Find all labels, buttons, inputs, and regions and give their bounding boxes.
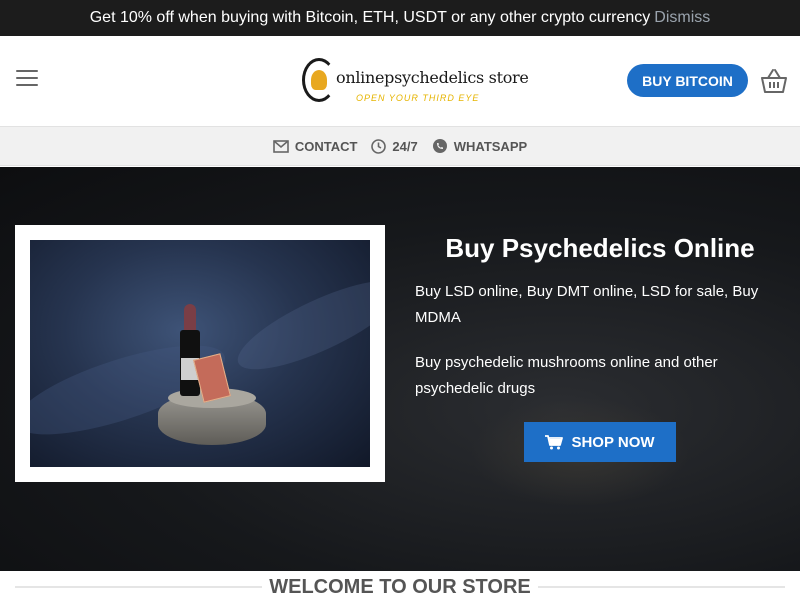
contact-label: CONTACT	[294, 138, 358, 154]
welcome-section: WELCOME TO OUR STORE	[0, 571, 800, 600]
whatsapp-icon	[432, 139, 447, 153]
cart-icon	[545, 434, 564, 449]
hero-image-frame	[15, 225, 385, 482]
logo-name: onlinepsychedelics store	[336, 68, 529, 87]
contact-bar: CONTACT 24/7 WHATSAPP	[0, 126, 800, 166]
hero-paragraph-2: Buy psychedelic mushrooms online and oth…	[415, 354, 718, 397]
dropper-cap	[184, 304, 196, 332]
whatsapp-label: WHATSAPP	[453, 138, 528, 154]
hamburger-menu-icon[interactable]	[16, 70, 38, 88]
hours-link[interactable]: 24/7	[371, 138, 418, 154]
hero-title: Buy Psychedelics Online	[445, 233, 755, 263]
clock-icon	[371, 138, 387, 154]
welcome-heading: WELCOME TO OUR STORE	[269, 576, 531, 598]
buddha-icon	[311, 70, 327, 90]
dismiss-link[interactable]: Dismiss	[654, 9, 710, 27]
site-header: onlinepsychedelics store OPEN YOUR THIRD…	[0, 36, 800, 126]
whatsapp-link[interactable]: WHATSAPP	[432, 138, 527, 154]
divider-right	[538, 586, 785, 588]
hero-banner: Buy Psychedelics Online Buy LSD online, …	[0, 167, 800, 571]
shop-now-label: SHOP NOW	[571, 433, 655, 451]
shopping-basket-icon[interactable]	[760, 68, 788, 94]
promo-message: Get 10% off when buying with Bitcoin, ET…	[89, 9, 651, 26]
shop-now-button[interactable]: SHOP NOW	[524, 422, 676, 462]
site-logo[interactable]: onlinepsychedelics store OPEN YOUR THIRD…	[300, 56, 529, 110]
product-photo	[30, 240, 370, 467]
envelope-icon	[273, 139, 289, 153]
hero-paragraph-1: Buy LSD online, Buy DMT online, LSD for …	[415, 283, 759, 326]
contact-link[interactable]: CONTACT	[273, 138, 358, 154]
hours-label: 24/7	[392, 138, 418, 154]
promo-notice-bar: Get 10% off when buying with Bitcoin, ET…	[0, 0, 800, 36]
divider-left	[15, 586, 262, 588]
buy-bitcoin-button[interactable]: BUY BITCOIN	[627, 64, 748, 97]
logo-tagline: OPEN YOUR THIRD EYE	[356, 93, 480, 103]
